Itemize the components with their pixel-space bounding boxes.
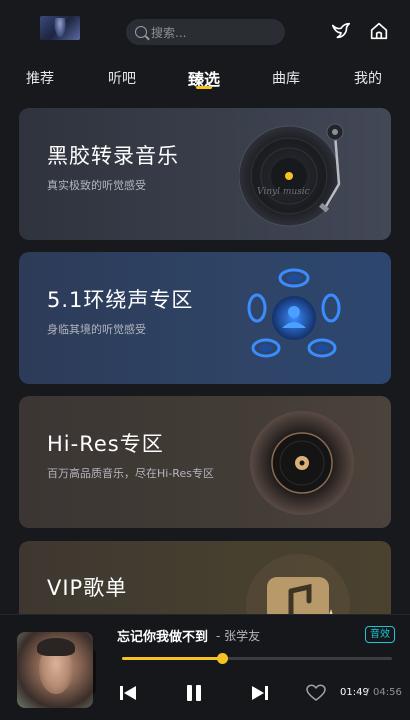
user-avatar[interactable] bbox=[40, 16, 80, 40]
progress-handle[interactable] bbox=[216, 653, 228, 664]
current-time: 01:49 bbox=[340, 687, 369, 698]
progress-fill bbox=[122, 657, 222, 660]
vinyl-art-text: Vinyl music bbox=[257, 187, 310, 197]
surround-speaker-icon bbox=[247, 268, 341, 358]
search-icon bbox=[135, 26, 147, 38]
search-bar[interactable]: 搜索... bbox=[126, 19, 285, 45]
tab-library[interactable]: 曲库 bbox=[272, 68, 300, 88]
hires-card-subtitle: 百万高品质音乐，尽在Hi-Res专区 bbox=[47, 467, 214, 480]
search-placeholder: 搜索... bbox=[151, 25, 187, 40]
skip-next-icon[interactable] bbox=[250, 683, 270, 703]
top-bar: 搜索... bbox=[0, 0, 410, 62]
vip-card-title: VIP歌单 bbox=[47, 576, 128, 600]
tab-mine[interactable]: 我的 bbox=[354, 68, 382, 88]
mini-player[interactable]: 忘记你我做不到 - 张学友 音效 01:49 / 04:56 bbox=[0, 614, 410, 720]
bird-icon[interactable] bbox=[330, 20, 352, 42]
tab-listen[interactable]: 听吧 bbox=[108, 68, 136, 88]
surround-card-title: 5.1环绕声专区 bbox=[47, 288, 194, 312]
sound-effect-badge[interactable]: 音效 bbox=[365, 626, 395, 643]
total-time: 04:56 bbox=[373, 687, 402, 698]
nav-tabs: 推荐 听吧 臻选 曲库 我的 bbox=[0, 62, 410, 94]
home-icon[interactable] bbox=[368, 20, 390, 42]
vinyl-card-title: 黑胶转录音乐 bbox=[47, 144, 179, 168]
tab-recommend[interactable]: 推荐 bbox=[26, 68, 54, 88]
pause-icon[interactable] bbox=[184, 683, 204, 703]
hires-card-title: Hi-Res专区 bbox=[47, 432, 164, 456]
album-cover[interactable] bbox=[17, 632, 93, 708]
time-separator: / bbox=[366, 687, 370, 698]
hires-disc-icon bbox=[250, 411, 354, 515]
song-title: 忘记你我做不到 bbox=[117, 630, 209, 645]
skip-previous-icon[interactable] bbox=[118, 683, 138, 703]
surround-card-subtitle: 身临其境的听觉感受 bbox=[47, 323, 146, 336]
vinyl-record-icon: Vinyl music bbox=[239, 123, 344, 227]
progress-bar[interactable] bbox=[122, 653, 392, 664]
vinyl-card[interactable]: 黑胶转录音乐 真实极致的听觉感受 Vinyl music bbox=[19, 108, 391, 240]
vinyl-card-subtitle: 真实极致的听觉感受 bbox=[47, 179, 146, 192]
heart-icon[interactable] bbox=[306, 684, 326, 702]
surround-card[interactable]: 5.1环绕声专区 身临其境的听觉感受 bbox=[19, 252, 391, 384]
hires-card[interactable]: Hi-Res专区 百万高品质音乐，尽在Hi-Res专区 bbox=[19, 396, 391, 528]
active-tab-indicator bbox=[196, 86, 212, 89]
song-artist: - 张学友 bbox=[216, 629, 261, 643]
